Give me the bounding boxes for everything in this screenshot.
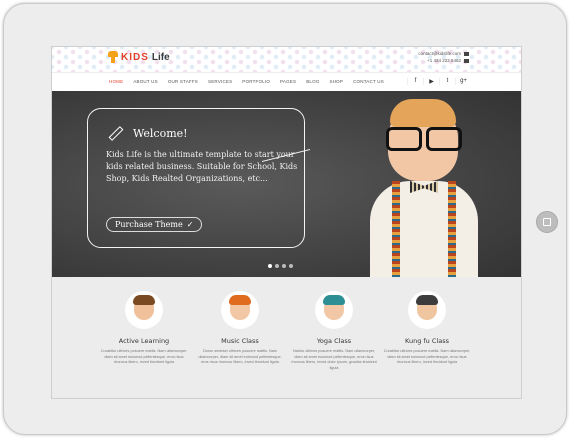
class-avatar <box>125 291 163 329</box>
class-title[interactable]: Music Class <box>195 337 285 345</box>
purchase-theme-label: Purchase Theme <box>115 220 183 229</box>
logo-kids-text: KIDS <box>121 51 149 63</box>
nav-item-shop[interactable]: SHOP <box>325 79 349 84</box>
home-button[interactable] <box>536 211 558 233</box>
device-frame: KIDS Life contact@kidslife.com +1 434 22… <box>3 3 567 435</box>
hero-slider: Welcome! Kids Life is the ultimate templ… <box>52 91 521 277</box>
contact-phone: +1 434 222 5462 <box>427 58 461 63</box>
website-screen: KIDS Life contact@kidslife.com +1 434 22… <box>51 46 522 399</box>
class-avatar <box>315 291 353 329</box>
contact-email[interactable]: contact@kidslife.com <box>418 51 461 56</box>
class-title[interactable]: Active Learning <box>99 337 189 345</box>
youtube-icon[interactable]: ▶ <box>423 78 439 85</box>
main-nav: HOME ABOUT US OUR STAFFS SERVICES PORTFOLIO P… <box>52 72 521 93</box>
social-links: f ▶ t g+ <box>407 78 471 85</box>
suspender-left <box>392 181 400 277</box>
class-card[interactable]: Music Class Donor sedeser ultrices posuer… <box>195 291 285 366</box>
classes-section: Active Learning Curabitur ultrices posuer… <box>52 277 521 398</box>
class-description: Curabitur ultrices posuere mattis. Nam u… <box>100 349 188 364</box>
purchase-theme-button[interactable]: Purchase Theme ✓ <box>106 217 203 232</box>
welcome-heading: Welcome! <box>108 126 188 141</box>
slider-dots <box>268 264 293 268</box>
trophy-icon <box>108 51 118 63</box>
phone-icon <box>464 58 469 63</box>
class-avatar <box>221 291 259 329</box>
nav-item-services[interactable]: SERVICES <box>203 79 237 84</box>
pencil-icon <box>108 126 124 141</box>
class-card[interactable]: Kung fu Class Curabitur ultrices posuere … <box>382 291 472 366</box>
slider-dot[interactable] <box>268 264 272 268</box>
class-card[interactable]: Yoga Class Naldur ultrices posuere mattis… <box>289 291 379 371</box>
class-description: Donor sedeser ultrices posuere mattis. N… <box>198 349 282 364</box>
hero-description: Kids Life is the ultimate template to st… <box>106 150 298 183</box>
welcome-text: Welcome! <box>133 127 188 140</box>
nav-item-contact-us[interactable]: CONTACT US <box>348 79 389 84</box>
glasses <box>386 127 462 151</box>
nav-menu: HOME ABOUT US OUR STAFFS SERVICES PORTFOLIO P… <box>104 79 389 84</box>
kid-shirt <box>370 181 478 277</box>
class-avatar <box>408 291 446 329</box>
kid-photo <box>352 97 496 277</box>
slider-dot[interactable] <box>282 264 286 268</box>
nav-item-about-us[interactable]: ABOUT US <box>128 79 163 84</box>
site-header: KIDS Life contact@kidslife.com +1 434 22… <box>52 47 521 72</box>
suspender-right <box>448 181 456 277</box>
slider-dot[interactable] <box>275 264 279 268</box>
twitter-icon[interactable]: t <box>439 78 455 85</box>
nav-item-pages[interactable]: PAGES <box>275 79 301 84</box>
mail-icon <box>464 51 469 56</box>
facebook-icon[interactable]: f <box>407 78 423 85</box>
class-title[interactable]: Kung fu Class <box>382 337 472 345</box>
nav-item-our-staffs[interactable]: OUR STAFFS <box>163 79 203 84</box>
slider-dot[interactable] <box>289 264 293 268</box>
class-description: Naldur ultrices posuere mattis. Nam ulla… <box>291 349 377 370</box>
contact-info: contact@kidslife.com +1 434 222 5462 <box>418 50 469 64</box>
kid-hair <box>390 99 456 127</box>
logo-life-text: Life <box>151 51 170 63</box>
class-title[interactable]: Yoga Class <box>289 337 379 345</box>
class-description: Curabitur ultrices posuere mattis. Nam u… <box>383 349 471 364</box>
class-card[interactable]: Active Learning Curabitur ultrices posuer… <box>99 291 189 366</box>
site-logo[interactable]: KIDS Life <box>108 51 170 63</box>
nav-item-home[interactable]: HOME <box>104 79 128 84</box>
google-plus-icon[interactable]: g+ <box>455 78 471 85</box>
nav-item-portfolio[interactable]: PORTFOLIO <box>237 79 275 84</box>
nav-item-blog[interactable]: BLOG <box>301 79 324 84</box>
check-icon: ✓ <box>186 220 194 229</box>
